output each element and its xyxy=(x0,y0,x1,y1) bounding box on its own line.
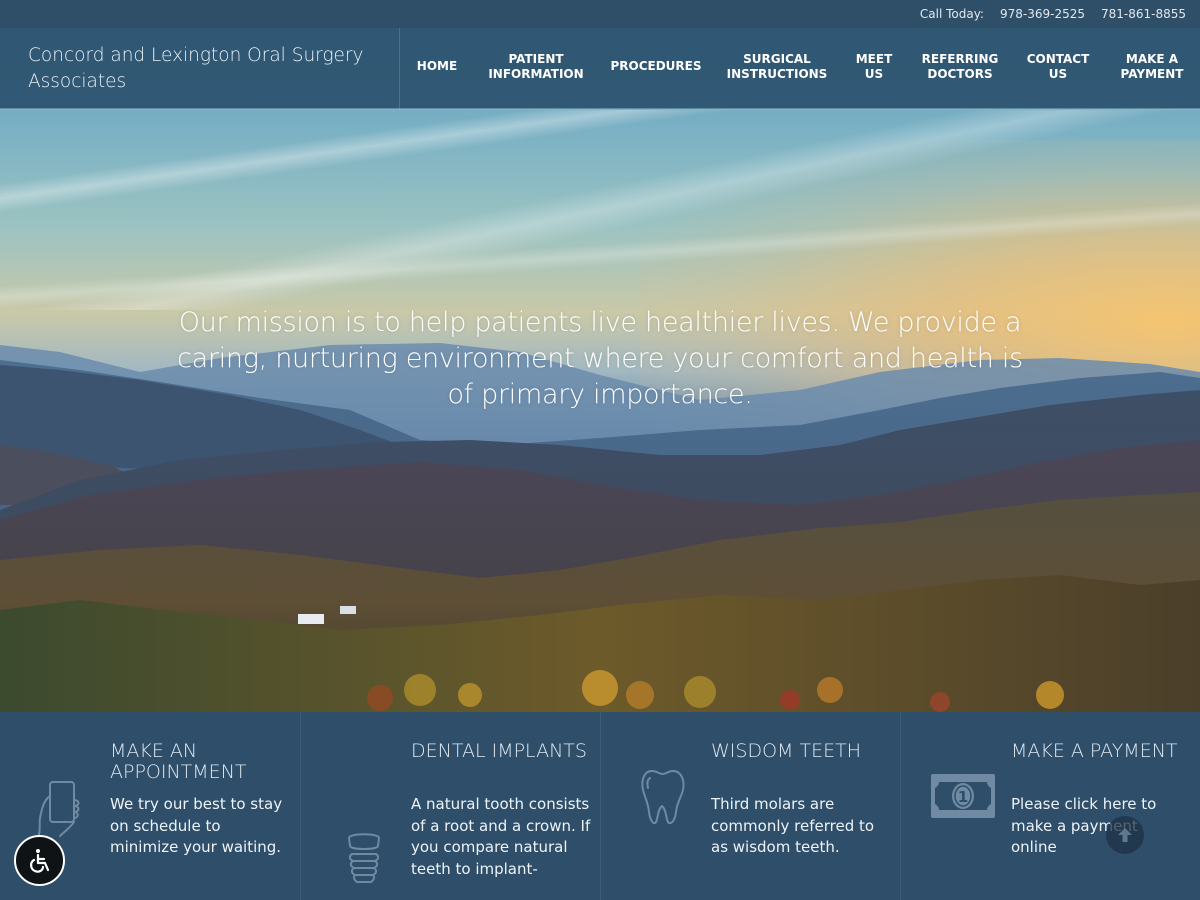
nav-procedures[interactable]: PROCEDURES xyxy=(610,59,701,74)
scroll-to-top-button[interactable] xyxy=(1106,816,1144,854)
site-logo[interactable]: Concord and Lexington Oral Surgery Assoc… xyxy=(0,28,400,109)
phone-in-hand-icon xyxy=(37,781,80,839)
accessibility-button[interactable] xyxy=(14,835,65,886)
phone-link-1[interactable]: 978-369-2525 xyxy=(1000,7,1085,21)
nav-patient-information[interactable]: PATIENT INFORMATION xyxy=(488,52,583,82)
feature-title: MAKE A PAYMENT xyxy=(1011,740,1178,762)
feature-wisdom-teeth[interactable]: WISDOM TEETH Third molars are commonly r… xyxy=(600,712,900,900)
feature-title: MAKE AN APPOINTMENT xyxy=(110,740,247,783)
feature-title: WISDOM TEETH xyxy=(711,740,861,762)
header-divider xyxy=(0,108,1200,110)
nav-home[interactable]: HOME xyxy=(417,59,457,74)
feature-make-payment[interactable]: 1 MAKE A PAYMENT Please click here to ma… xyxy=(900,712,1200,900)
phone-link-2[interactable]: 781-861-8855 xyxy=(1101,7,1186,21)
dollar-bill-icon: 1 xyxy=(931,774,995,818)
feature-text: We try our best to stay on schedule to m… xyxy=(110,795,283,856)
mission-statement: Our mission is to help patients live hea… xyxy=(177,307,1023,410)
feature-text: A natural tooth consists of a root and a… xyxy=(411,795,591,878)
nav-referring-doctors[interactable]: REFERRING DOCTORS xyxy=(922,52,999,82)
nav-meet-us[interactable]: MEET US xyxy=(856,52,893,82)
call-today-label: Call Today: xyxy=(919,7,984,21)
feature-dental-implants[interactable]: DENTAL IMPLANTS A natural tooth consists… xyxy=(300,712,600,900)
feature-text: Please click here to make a payment onli… xyxy=(1011,795,1157,856)
nav-contact-us[interactable]: CONTACT US xyxy=(1027,52,1090,82)
feature-text: Third molars are commonly referred to as… xyxy=(711,795,875,856)
wheelchair-icon xyxy=(29,848,49,873)
arrow-up-icon xyxy=(1118,828,1132,842)
dental-implant-icon xyxy=(347,833,381,883)
site-header: Concord and Lexington Oral Surgery Assoc… xyxy=(0,28,1200,109)
nav-make-a-payment[interactable]: MAKE A PAYMENT xyxy=(1121,52,1184,82)
svg-text:1: 1 xyxy=(958,788,968,806)
feature-boxes: MAKE AN APPOINTMENT We try our best to s… xyxy=(0,712,1200,900)
feature-title: DENTAL IMPLANTS xyxy=(411,740,587,762)
main-nav: HOME PATIENT INFORMATION PROCEDURES SURG… xyxy=(400,28,1200,109)
nav-surgical-instructions[interactable]: SURGICAL INSTRUCTIONS xyxy=(727,52,828,82)
top-contact-bar: Call Today: 978-369-2525 781-861-8855 xyxy=(0,0,1200,28)
tooth-icon xyxy=(641,770,685,825)
